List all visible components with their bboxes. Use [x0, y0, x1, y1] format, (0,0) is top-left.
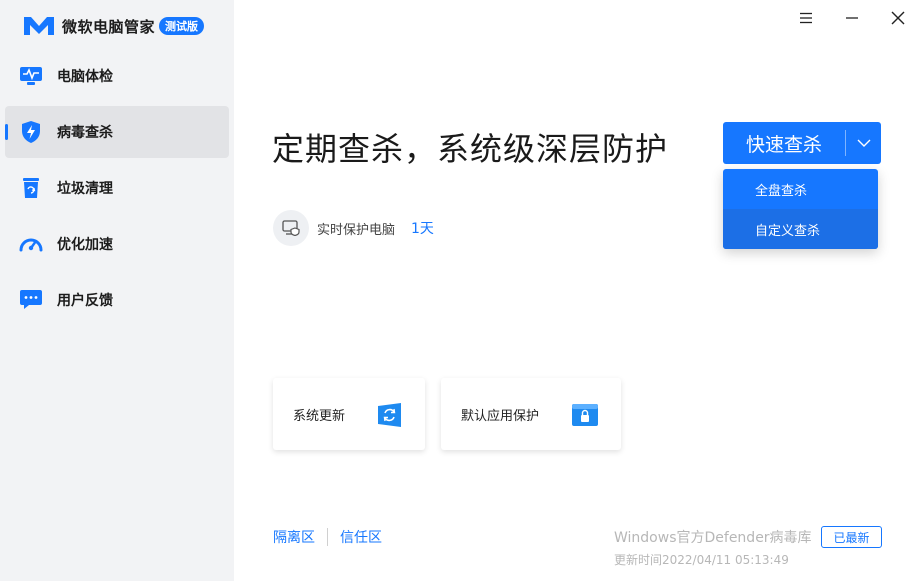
defender-update-time: 更新时间2022/04/11 05:13:49: [614, 553, 789, 567]
lock-window-icon: [572, 404, 598, 426]
scan-options-toggle[interactable]: [846, 122, 881, 164]
app-title: 微软电脑管家: [62, 17, 156, 36]
system-update-card[interactable]: 系统更新: [273, 378, 425, 450]
chevron-down-icon: [857, 139, 870, 147]
monitor-pulse-icon: [19, 64, 43, 88]
shield-bolt-icon: [19, 120, 43, 144]
sidebar-item-feedback[interactable]: 用户反馈: [5, 274, 229, 326]
sidebar-item-label: 电脑体检: [57, 69, 113, 85]
sidebar: 微软电脑管家 测试版 电脑体检 病毒查杀 垃圾清理 优化加速 用户反馈: [0, 0, 234, 581]
quarantine-link[interactable]: 隔离区: [273, 527, 315, 547]
close-icon: [891, 11, 905, 25]
trusted-zone-link[interactable]: 信任区: [340, 527, 382, 547]
recycle-bin-icon: [19, 176, 43, 200]
card-label: 默认应用保护: [461, 408, 540, 424]
sidebar-item-label: 用户反馈: [57, 293, 113, 309]
minimize-button[interactable]: [834, 4, 870, 32]
sidebar-item-label: 优化加速: [57, 237, 113, 253]
refresh-window-icon: [378, 403, 401, 427]
beta-badge: 测试版: [159, 17, 205, 35]
sidebar-item-junk-cleanup[interactable]: 垃圾清理: [5, 162, 229, 214]
app-logo-icon: [24, 17, 54, 35]
hamburger-icon: [800, 12, 812, 24]
close-button[interactable]: [880, 4, 916, 32]
menu-item-full-scan[interactable]: 全盘查杀: [723, 169, 878, 209]
sidebar-item-speed-up[interactable]: 优化加速: [5, 218, 229, 270]
speedometer-icon: [19, 232, 43, 256]
sidebar-nav: 电脑体检 病毒查杀 垃圾清理 优化加速 用户反馈: [5, 50, 229, 330]
quick-scan-split-button: 快速查杀: [723, 122, 881, 164]
scan-options-menu: 全盘查杀 自定义查杀: [723, 169, 878, 249]
default-app-protection-card[interactable]: 默认应用保护: [441, 378, 621, 450]
quick-scan-button[interactable]: 快速查杀: [723, 122, 845, 164]
protection-days: 1天: [411, 221, 434, 237]
chat-bubble-icon: [19, 288, 43, 312]
realtime-protection-label: 实时保护电脑: [317, 222, 396, 238]
sidebar-item-label: 病毒查杀: [57, 125, 113, 141]
protected-pc-icon: [273, 210, 309, 246]
minimize-icon: [846, 17, 858, 19]
brand: 微软电脑管家 测试版: [22, 14, 205, 38]
defender-db-title: Windows官方Defender病毒库: [614, 530, 812, 546]
menu-item-custom-scan[interactable]: 自定义查杀: [723, 209, 878, 249]
sidebar-item-pc-checkup[interactable]: 电脑体检: [5, 50, 229, 102]
sidebar-item-virus-scan[interactable]: 病毒查杀: [5, 106, 229, 158]
sidebar-item-label: 垃圾清理: [57, 181, 113, 197]
menu-button[interactable]: [788, 4, 824, 32]
page-title: 定期查杀，系统级深层防护: [272, 130, 669, 168]
realtime-protection-row: 实时保护电脑 1天: [273, 210, 434, 246]
link-divider: [327, 528, 328, 546]
up-to-date-button[interactable]: 已最新: [821, 526, 882, 548]
card-label: 系统更新: [293, 408, 346, 424]
